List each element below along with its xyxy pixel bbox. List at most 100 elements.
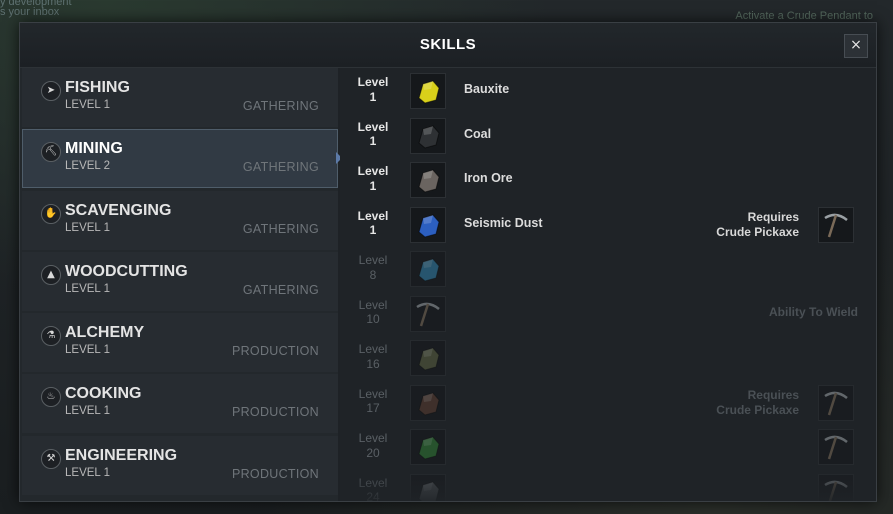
crystal-icon (410, 251, 446, 287)
skill-level: LEVEL 2 (65, 160, 110, 173)
resource-name: Coal (464, 126, 492, 141)
skill-name: MINING (65, 140, 123, 158)
resource-requirement: Ability To Wield (769, 304, 858, 319)
crude-pickaxe-icon (818, 206, 854, 243)
resource-level: Level 1 (352, 209, 394, 238)
hammer-icon: ⚒ (41, 448, 61, 469)
skill-category: PRODUCTION (231, 344, 319, 359)
skill-name: SCAVENGING (65, 201, 172, 219)
resource-level: Level 24 (352, 475, 394, 502)
resource-level-value: 20 (366, 445, 380, 460)
modal-header: SKILLS × (20, 23, 876, 68)
green-ore-icon (410, 429, 446, 465)
resource-name: Seismic Dust (464, 215, 543, 230)
resource-requirement: Requires Crude Pickaxe (716, 210, 799, 240)
tree-icon: ▲ (41, 264, 61, 285)
resource-level: Level 1 (352, 75, 394, 104)
ore-icon (410, 340, 446, 376)
crude-pickaxe-icon (818, 384, 854, 421)
resource-level-value: 17 (366, 401, 380, 415)
resource-level: Level 1 (352, 120, 394, 149)
pickaxe-icon (410, 295, 446, 332)
resource-row[interactable]: Level 1 Iron Ore (340, 157, 876, 202)
resource-level: Level 20 (352, 431, 394, 460)
resource-level-label: Level (358, 342, 388, 356)
resource-level-label: Level (357, 208, 389, 223)
resource-name: Bauxite (464, 82, 510, 96)
modal-title: SKILLS (419, 36, 477, 53)
resource-level: Level 10 (352, 298, 394, 327)
skill-item-mining[interactable]: ⛏ MINING LEVEL 2 GATHERING (22, 129, 338, 189)
resource-level: Level 8 (352, 253, 394, 282)
skill-level: LEVEL 1 (65, 221, 110, 234)
bauxite-icon (410, 73, 446, 109)
resource-requirement: Requires Crude Pickaxe (716, 388, 799, 418)
resource-level-label: Level (358, 253, 388, 267)
resource-level-value: 1 (369, 89, 377, 104)
skill-level: LEVEL 1 (65, 344, 110, 357)
skill-category: GATHERING (242, 282, 319, 297)
skill-name: FISHING (65, 79, 130, 96)
resource-row[interactable]: Level 16 (340, 335, 876, 380)
resource-level-value: 10 (366, 312, 380, 326)
requirement-line: Requires (747, 209, 799, 224)
skill-list: ➤ FISHING LEVEL 1 GATHERING ⛏ MINING LEV… (20, 68, 338, 501)
pickaxe-icon: ⛏ (41, 142, 61, 163)
resource-row[interactable]: Level 8 (340, 246, 876, 291)
skill-name: COOKING (65, 385, 142, 403)
resource-level-value: 1 (369, 223, 377, 237)
resource-level-label: Level (358, 475, 388, 490)
resource-level-label: Level (358, 297, 388, 312)
resource-level-label: Level (357, 119, 389, 134)
skill-item-cooking[interactable]: ♨ COOKING LEVEL 1 PRODUCTION (22, 374, 338, 434)
resource-row[interactable]: Level 1 Seismic Dust Requires Crude Pickaxe (340, 202, 876, 247)
resource-row[interactable]: Level 20 (340, 424, 876, 469)
fish-icon: ➤ (41, 81, 61, 101)
background-quest-text: Activate a Crude Pendant to (735, 10, 873, 22)
skill-level: LEVEL 1 (65, 405, 110, 418)
requirement-line: Crude Pickaxe (716, 402, 799, 417)
resource-level-value: 1 (369, 134, 377, 148)
requirement-line: Crude Pickaxe (716, 224, 799, 239)
resource-row[interactable]: Level 17 Requires Crude Pickaxe (340, 380, 876, 425)
seismic-dust-icon (410, 206, 446, 243)
resource-list[interactable]: Level 1 Bauxite Level 1 Coal Level 1 Iron Ore Lev… (340, 68, 876, 501)
skill-level: LEVEL 1 (65, 466, 110, 479)
resource-row[interactable]: Level 10 Ability To Wield (340, 291, 876, 336)
skill-item-alchemy[interactable]: ⚗ ALCHEMY LEVEL 1 PRODUCTION (22, 313, 338, 373)
requirement-line: Requires (747, 387, 799, 402)
resource-row[interactable]: Level 1 Bauxite (340, 68, 876, 113)
skill-category: PRODUCTION (231, 405, 319, 420)
skill-category: GATHERING (242, 221, 319, 236)
skills-modal: SKILLS × ➤ FISHING LEVEL 1 GATHERING ⛏ M… (19, 22, 877, 502)
skill-item-engineering[interactable]: ⚒ ENGINEERING LEVEL 1 PRODUCTION (22, 435, 338, 495)
skill-level: LEVEL 1 (65, 99, 110, 111)
resource-level-label: Level (357, 75, 389, 89)
skill-level: LEVEL 1 (65, 282, 110, 295)
resource-row[interactable]: Level 1 Coal (340, 113, 876, 158)
pot-icon: ♨ (41, 387, 61, 408)
skill-name: ALCHEMY (65, 324, 145, 342)
skill-category: GATHERING (242, 99, 319, 113)
skill-name: WOODCUTTING (65, 262, 188, 280)
stone-icon (410, 473, 446, 501)
resource-level-label: Level (358, 431, 388, 445)
background-notification-text: s your inbox (0, 6, 60, 18)
hand-icon: ✋ (41, 203, 61, 224)
skill-item-woodcutting[interactable]: ▲ WOODCUTTING LEVEL 1 GATHERING (22, 251, 338, 311)
skill-category: PRODUCTION (231, 466, 319, 481)
skill-item-fishing[interactable]: ➤ FISHING LEVEL 1 GATHERING (22, 68, 338, 127)
skill-category: GATHERING (242, 160, 319, 175)
flask-icon: ⚗ (41, 326, 61, 347)
resource-level-value: 24 (366, 490, 380, 502)
resource-level: Level 17 (352, 387, 394, 416)
coal-icon (410, 117, 446, 154)
pickaxe-icon (818, 473, 854, 501)
resource-name: Iron Ore (464, 171, 513, 185)
resource-row[interactable]: Level 24 (340, 469, 876, 502)
close-button[interactable]: × (844, 34, 868, 58)
iron-ore-icon (410, 162, 446, 198)
resource-level: Level 1 (352, 164, 394, 193)
skill-name: ENGINEERING (65, 446, 178, 464)
skill-item-scavenging[interactable]: ✋ SCAVENGING LEVEL 1 GATHERING (22, 190, 338, 250)
